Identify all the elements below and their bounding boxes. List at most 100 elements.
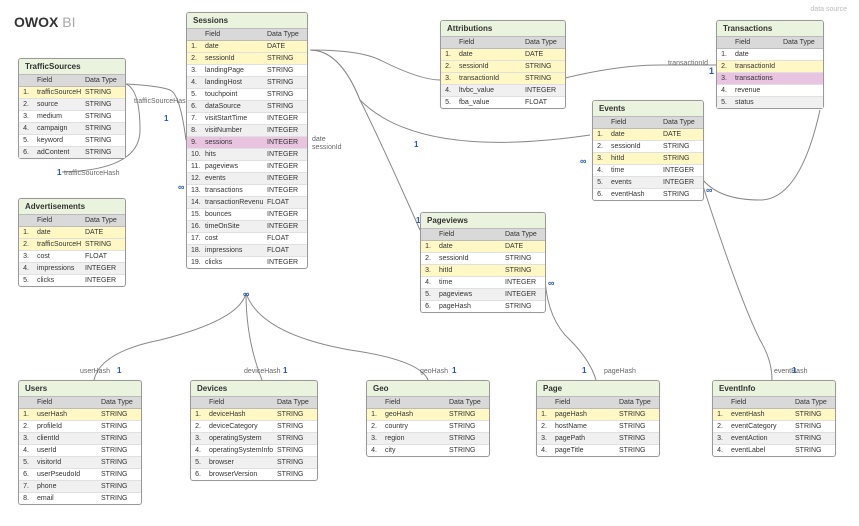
table-row: 4.ltvbc_valueINTEGER xyxy=(441,85,565,97)
table-row: 1.dateDATE xyxy=(421,241,545,253)
table-row: 11.pageviewsINTEGER xyxy=(187,161,307,173)
table-users: UsersFieldData Type1.userHashSTRING2.pro… xyxy=(18,380,142,505)
table-header: FieldData Type xyxy=(537,397,659,409)
table-title: Sessions xyxy=(187,13,307,29)
table-row: 1.geoHashSTRING xyxy=(367,409,489,421)
table-sessions: SessionsFieldData Type1.dateDATE2.sessio… xyxy=(186,12,308,269)
table-row: 3.operatingSystemSTRING xyxy=(191,433,317,445)
table-row: 5.clicksINTEGER xyxy=(19,275,125,286)
label-pageHash: pageHash xyxy=(604,368,636,375)
table-row: 7.phoneSTRING xyxy=(19,481,141,493)
table-header: FieldData Type xyxy=(421,229,545,241)
label-eventHash: eventHash xyxy=(774,368,807,375)
table-row: 3.hitIdSTRING xyxy=(593,153,703,165)
table-title: Users xyxy=(19,381,141,397)
table-geo: GeoFieldData Type1.geoHashSTRING2.countr… xyxy=(366,380,490,457)
table-row: 9.sessionsINTEGER xyxy=(187,137,307,149)
table-header: FieldData Type xyxy=(19,397,141,409)
table-row: 7.visitStartTimeINTEGER xyxy=(187,113,307,125)
table-row: 6.adContentSTRING xyxy=(19,147,125,158)
table-attributions: AttributionsFieldData Type1.dateDATE2.se… xyxy=(440,20,566,109)
table-title: Advertisements xyxy=(19,199,125,215)
table-row: 4.citySTRING xyxy=(367,445,489,456)
table-row: 17.costFLOAT xyxy=(187,233,307,245)
card-many2: ∞ xyxy=(243,289,249,299)
table-row: 3.eventActionSTRING xyxy=(713,433,835,445)
table-row: 5.status xyxy=(717,97,823,108)
table-row: 1.dateDATE xyxy=(593,129,703,141)
cm3: ∞ xyxy=(548,278,554,288)
table-row: 4.landingHostSTRING xyxy=(187,77,307,89)
c1d: 1 xyxy=(582,366,586,375)
c1c: 1 xyxy=(452,366,456,375)
table-row: 5.eventsINTEGER xyxy=(593,177,703,189)
table-row: 3.mediumSTRING xyxy=(19,111,125,123)
table-row: 1.pageHashSTRING xyxy=(537,409,659,421)
table-row: 2.countrySTRING xyxy=(367,421,489,433)
c1e: 1 xyxy=(792,366,796,375)
table-title: Attributions xyxy=(441,21,565,37)
logo: OWOX BI xyxy=(14,14,75,30)
label-trafficSourceHash1: trafficSourceHash xyxy=(134,98,190,105)
table-row: 6.pageHashSTRING xyxy=(421,301,545,312)
table-row: 8.emailSTRING xyxy=(19,493,141,504)
table-row: 2.deviceCategorySTRING xyxy=(191,421,317,433)
card-many: ∞ xyxy=(178,182,184,192)
table-row: 3.transactionIdSTRING xyxy=(441,73,565,85)
table-row: 1.eventHashSTRING xyxy=(713,409,835,421)
table-row: 14.transactionRevenueFLOAT xyxy=(187,197,307,209)
table-row: 6.browserVersionSTRING xyxy=(191,469,317,480)
table-header: FieldData Type xyxy=(187,29,307,41)
table-row: 3.transactions xyxy=(717,73,823,85)
table-title: Geo xyxy=(367,381,489,397)
table-row: 2.hostNameSTRING xyxy=(537,421,659,433)
table-row: 3.clientIdSTRING xyxy=(19,433,141,445)
table-row: 4.timeINTEGER xyxy=(593,165,703,177)
table-header: FieldData Type xyxy=(441,37,565,49)
table-eventinfo: EventInfoFieldData Type1.eventHashSTRING… xyxy=(712,380,836,457)
table-row: 3.hitIdSTRING xyxy=(421,265,545,277)
table-devices: DevicesFieldData Type1.deviceHashSTRING2… xyxy=(190,380,318,481)
label-userHash: userHash xyxy=(80,368,110,375)
table-row: 8.visitNumberINTEGER xyxy=(187,125,307,137)
table-title: EventInfo xyxy=(713,381,835,397)
table-row: 6.dataSourceSTRING xyxy=(187,101,307,113)
table-row: 3.pagePathSTRING xyxy=(537,433,659,445)
c1a: 1 xyxy=(117,366,121,375)
label-transactionId: transactionId xyxy=(668,60,708,67)
table-row: 4.operatingSystemInfoSTRING xyxy=(191,445,317,457)
table-row: 18.impressionsFLOAT xyxy=(187,245,307,257)
table-row: 1.dateDATE xyxy=(19,227,125,239)
label-deviceHash: deviceHash xyxy=(244,368,281,375)
table-header: FieldData Type xyxy=(191,397,317,409)
table-row: 16.timeOnSiteINTEGER xyxy=(187,221,307,233)
table-row: 1.trafficSourceHashSTRING xyxy=(19,87,125,99)
label-date: date xyxy=(312,136,326,143)
table-row: 4.impressionsINTEGER xyxy=(19,263,125,275)
table-row: 1.dateDATE xyxy=(441,49,565,61)
table-row: 6.userPseudoIdSTRING xyxy=(19,469,141,481)
c1b: 1 xyxy=(283,366,287,375)
label-trafficSourceHash2: trafficSourceHash xyxy=(64,170,120,177)
cm6: 1 xyxy=(414,140,418,149)
table-row: 2.profileIdSTRING xyxy=(19,421,141,433)
label-geoHash: geoHash xyxy=(420,368,448,375)
table-row: 3.regionSTRING xyxy=(367,433,489,445)
table-row: 13.transactionsINTEGER xyxy=(187,185,307,197)
table-title: Page xyxy=(537,381,659,397)
table-title: Events xyxy=(593,101,703,117)
table-title: Devices xyxy=(191,381,317,397)
label-sessionId: sessionId xyxy=(312,144,342,151)
table-header: FieldData Type xyxy=(713,397,835,409)
card-one: 1 xyxy=(164,114,168,123)
table-header: FieldData Type xyxy=(593,117,703,129)
cm5: ∞ xyxy=(706,185,712,195)
table-advertisements: AdvertisementsFieldData Type1.dateDATE2.… xyxy=(18,198,126,287)
table-row: 1.dateDATE xyxy=(187,41,307,53)
table-row: 5.visitorIdSTRING xyxy=(19,457,141,469)
table-row: 1.deviceHashSTRING xyxy=(191,409,317,421)
table-row: 1.userHashSTRING xyxy=(19,409,141,421)
table-row: 3.costFLOAT xyxy=(19,251,125,263)
data-source-link[interactable]: data source xyxy=(810,6,847,13)
cm7: ∞ xyxy=(580,156,586,166)
